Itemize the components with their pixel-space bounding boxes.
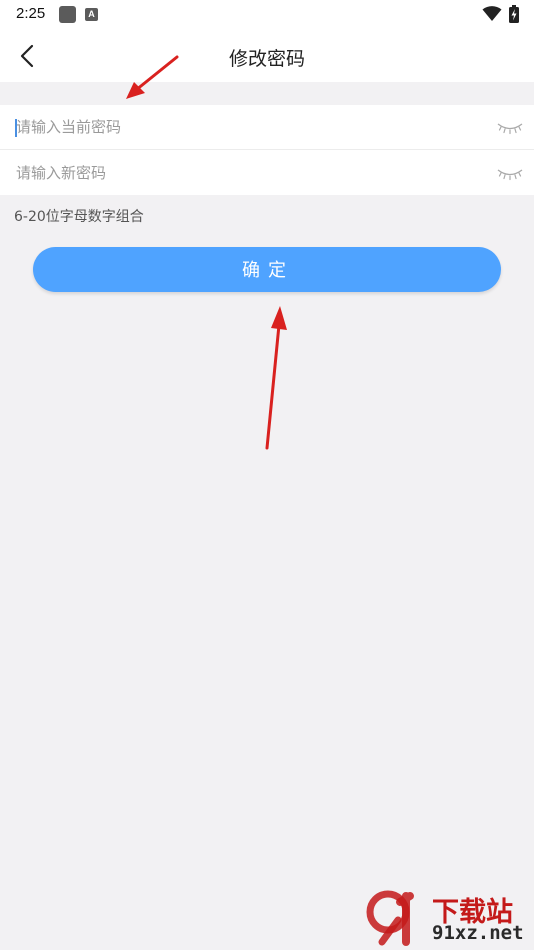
battery-icon (509, 5, 519, 23)
annotation-arrow-bottom (265, 306, 287, 450)
current-password-row (0, 105, 534, 150)
new-password-input[interactable] (16, 159, 476, 187)
wifi-icon (482, 6, 502, 21)
watermark-url: 91xz.net (432, 922, 524, 944)
page-title: 修改密码 (228, 48, 305, 70)
eye-closed-icon[interactable] (497, 167, 523, 181)
watermark-91-logo-icon (366, 890, 414, 946)
field-divider (0, 149, 534, 150)
current-password-input[interactable] (16, 113, 476, 141)
text-caret (15, 119, 17, 137)
eye-closed-icon[interactable] (497, 121, 523, 135)
password-form (0, 105, 534, 195)
watermark-logo: 下载站 91xz.net (362, 888, 532, 948)
keyboard-icon: A (85, 8, 98, 21)
status-time: 2:25 (16, 5, 46, 22)
app-notification-icon (59, 6, 76, 23)
status-bar: 2:25 A (0, 0, 534, 30)
header: 修改密码 (0, 30, 534, 82)
confirm-button[interactable]: 确定 (33, 247, 501, 292)
new-password-row (0, 151, 534, 195)
password-hint: 6-20位字母数字组合 (14, 209, 144, 225)
